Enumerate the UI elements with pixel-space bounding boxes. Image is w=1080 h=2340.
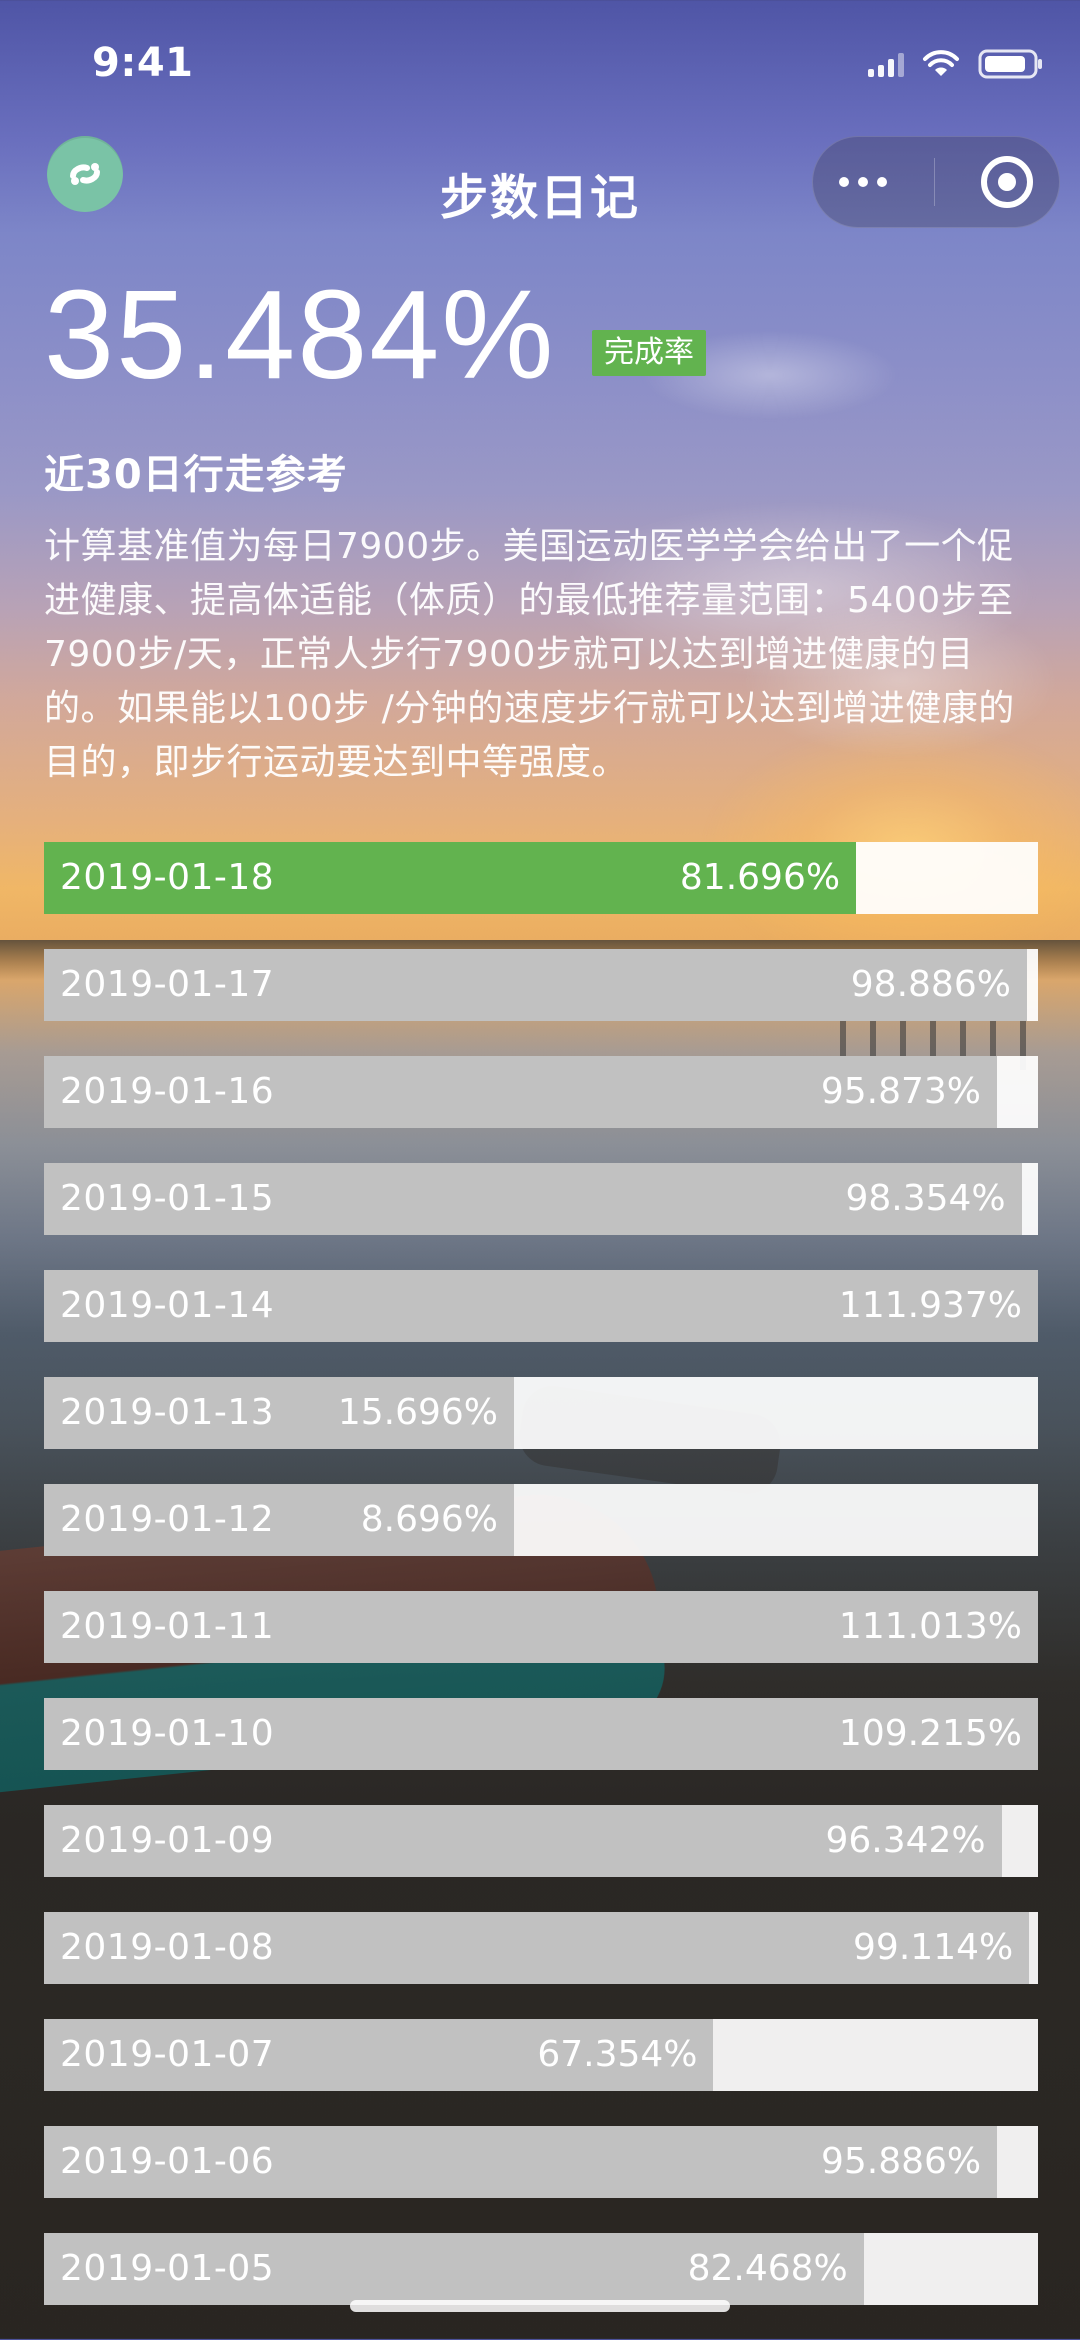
record-row[interactable]: 2019-01-13 15.696% [44,1377,1038,1449]
status-icons [868,48,1044,80]
record-date: 2019-01-14 [60,1285,275,1326]
record-percent: 111.013% [838,1606,1022,1647]
record-row[interactable]: 2019-01-16 95.873% [44,1056,1038,1128]
record-percent: 111.937% [838,1285,1022,1326]
record-row[interactable]: 2019-01-12 8.696% [44,1484,1038,1556]
record-date: 2019-01-16 [60,1071,275,1112]
target-close-icon[interactable] [981,156,1033,208]
record-row[interactable]: 2019-01-09 96.342% [44,1805,1038,1877]
record-percent: 82.468% [687,2248,848,2289]
battery-icon [978,48,1044,80]
record-date: 2019-01-15 [60,1178,275,1219]
record-date: 2019-01-10 [60,1713,275,1754]
record-date: 2019-01-11 [60,1606,275,1647]
record-row[interactable]: 2019-01-07 67.354% [44,2019,1038,2091]
completion-rate-badge: 完成率 [592,330,706,376]
record-percent: 98.354% [845,1178,1006,1219]
reference-description: 计算基准值为每日7900步。美国运动医学学会给出了一个促进健康、提高体适能（体质… [44,526,1015,783]
more-dots-icon[interactable] [839,177,887,187]
status-time: 9:41 [92,40,194,86]
status-bar: 9:41 [0,0,1080,130]
record-percent: 81.696% [679,857,841,898]
record-date: 2019-01-09 [60,1820,275,1861]
mini-program-capsule [812,136,1060,228]
record-date: 2019-01-12 [60,1499,275,1540]
record-percent: 15.696% [337,1392,498,1433]
record-percent: 96.342% [825,1820,986,1861]
record-row[interactable]: 2019-01-05 82.468% [44,2233,1038,2305]
capsule-divider [933,158,935,206]
record-date: 2019-01-06 [60,2141,275,2182]
record-row[interactable]: 2019-01-08 99.114% [44,1912,1038,1984]
daily-records-list: 2019-01-18 81.696% 2019-01-17 98.886% 20… [44,842,1038,2340]
record-date: 2019-01-05 [60,2248,275,2289]
wifi-icon [922,50,960,78]
record-date: 2019-01-13 [60,1392,275,1433]
completion-rate-value: 35.484% [44,264,556,405]
record-row[interactable]: 2019-01-11 111.013% [44,1591,1038,1663]
record-row[interactable]: 2019-01-14 111.937% [44,1270,1038,1342]
record-row[interactable]: 2019-01-17 98.886% [44,949,1038,1021]
record-percent: 109.215% [838,1713,1022,1754]
record-row[interactable]: 2019-01-15 98.354% [44,1163,1038,1235]
reference-title: 近30日行走参考 [44,452,348,498]
record-row[interactable]: 2019-01-18 81.696% [44,842,1038,914]
nav-bar: 步数日记 [0,130,1080,250]
record-date: 2019-01-17 [60,964,275,1005]
record-percent: 67.354% [537,2034,698,2075]
record-row[interactable]: 2019-01-06 95.886% [44,2126,1038,2198]
record-percent: 95.886% [820,2141,982,2182]
record-date: 2019-01-08 [60,1927,275,1968]
cellular-signal-icon [868,51,904,77]
home-indicator [350,2300,730,2312]
record-percent: 98.886% [850,964,1011,1005]
record-percent: 8.696% [360,1499,498,1540]
record-percent: 99.114% [853,1927,1014,1968]
record-percent: 95.873% [820,1071,981,1112]
record-row[interactable]: 2019-01-10 109.215% [44,1698,1038,1770]
record-date: 2019-01-18 [60,857,275,898]
record-date: 2019-01-07 [60,2034,275,2075]
